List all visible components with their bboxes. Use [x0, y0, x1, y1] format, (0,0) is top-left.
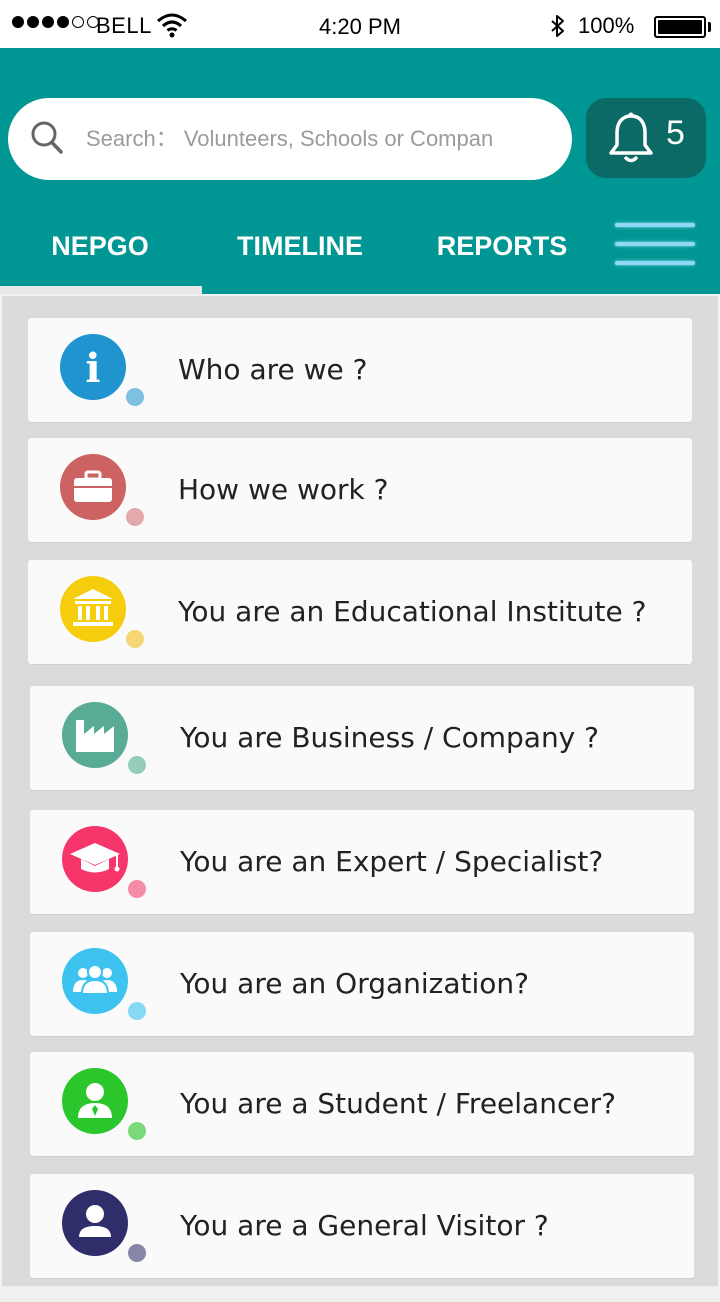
search-icon: [30, 120, 64, 160]
info-icon: i: [60, 334, 126, 400]
battery-tip: [708, 22, 711, 32]
list-item-label: Who are we ?: [178, 353, 368, 386]
list-item-who-are-we[interactable]: i Who are we ?: [28, 318, 692, 422]
bell-icon: [608, 112, 654, 170]
list-item-organization[interactable]: You are an Organization?: [30, 932, 694, 1036]
search-input[interactable]: [86, 120, 546, 158]
menu-list: i Who are we ? How we work ? You are an …: [2, 296, 718, 1286]
status-dot: [128, 1002, 146, 1020]
briefcase-icon: [60, 454, 126, 520]
bottom-edge: [0, 1286, 720, 1302]
student-icon: [62, 1068, 128, 1134]
list-item-label: You are a Student / Freelancer?: [180, 1087, 616, 1120]
tab-nepgo[interactable]: NEPGO: [0, 208, 202, 294]
list-item-how-we-work[interactable]: How we work ?: [28, 438, 692, 542]
factory-icon: [62, 702, 128, 768]
status-dot: [128, 1122, 146, 1140]
battery-percentage: 100%: [578, 13, 635, 38]
list-item-label: You are an Educational Institute ?: [178, 595, 647, 628]
list-item-educational-institute[interactable]: You are an Educational Institute ?: [28, 560, 692, 664]
tab-timeline[interactable]: TIMELINE: [200, 208, 400, 294]
list-item-label: You are an Organization?: [180, 967, 530, 1000]
status-dot: [128, 756, 146, 774]
list-item-label: You are Business / Company ?: [180, 721, 600, 754]
notification-count: 5: [666, 114, 685, 152]
list-item-label: You are an Expert / Specialist?: [180, 845, 604, 878]
list-item-label: How we work ?: [178, 473, 389, 506]
user-icon: [62, 1190, 128, 1256]
list-item-expert-specialist[interactable]: You are an Expert / Specialist?: [30, 810, 694, 914]
app-header: 5 NEPGO TIMELINE REPORTS: [0, 48, 720, 294]
tab-reports[interactable]: REPORTS: [402, 208, 602, 294]
status-dot: [126, 388, 144, 406]
search-bar[interactable]: [8, 98, 572, 180]
group-icon: [62, 948, 128, 1014]
battery-icon: [654, 16, 706, 38]
status-dot: [126, 630, 144, 648]
graduation-cap-icon: [62, 826, 128, 892]
list-item-student-freelancer[interactable]: You are a Student / Freelancer?: [30, 1052, 694, 1156]
status-bar: BELL 4:20 PM 100%: [0, 0, 720, 48]
hamburger-menu-icon[interactable]: [613, 220, 697, 272]
svg-text:i: i: [85, 345, 100, 392]
status-dot: [126, 508, 144, 526]
list-item-general-visitor[interactable]: You are a General Visitor ?: [30, 1174, 694, 1278]
notifications-button[interactable]: 5: [586, 98, 706, 178]
status-dot: [128, 880, 146, 898]
bluetooth-icon: [548, 14, 568, 44]
institution-icon: [60, 576, 126, 642]
status-dot: [128, 1244, 146, 1262]
list-item-label: You are a General Visitor ?: [180, 1209, 549, 1242]
list-item-business-company[interactable]: You are Business / Company ?: [30, 686, 694, 790]
